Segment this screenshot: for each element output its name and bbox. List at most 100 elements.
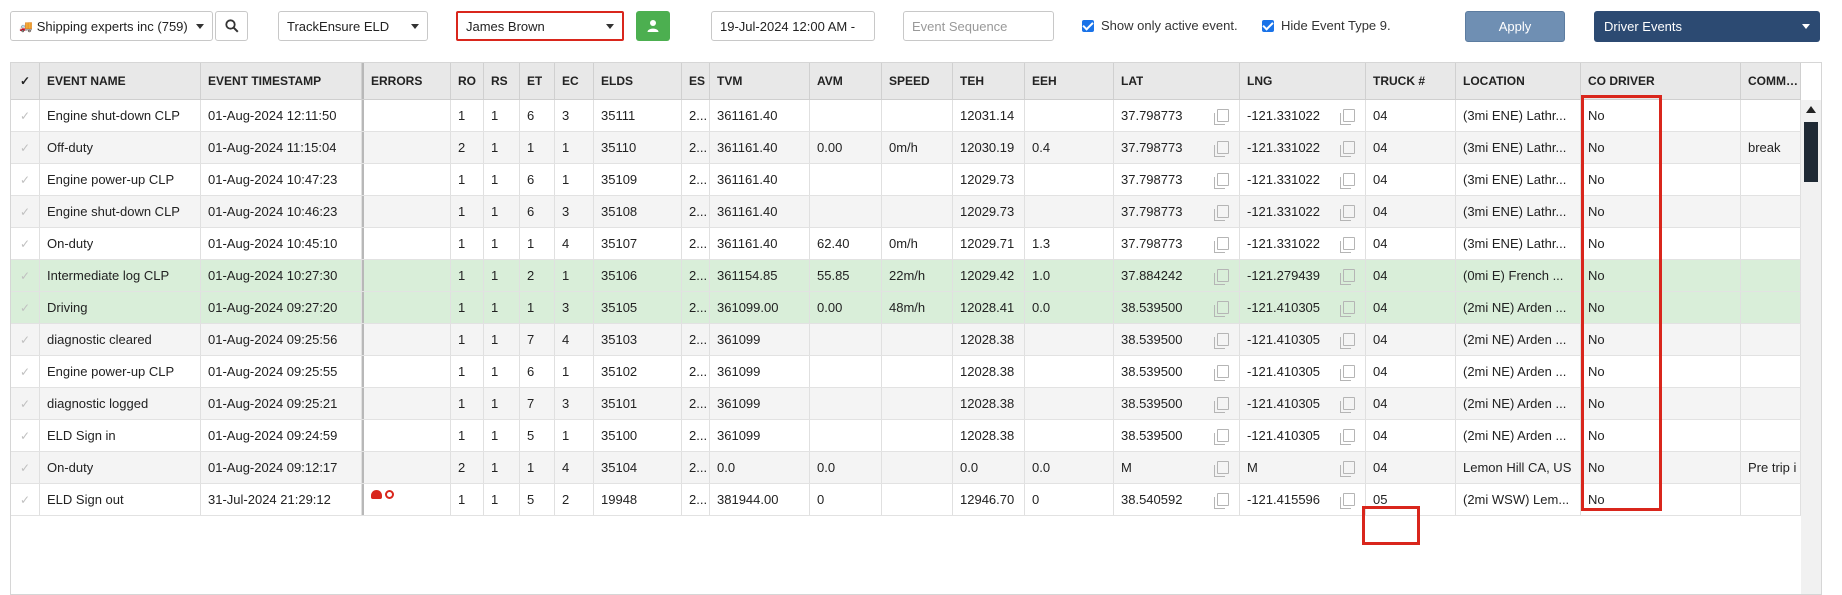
- copy-icon[interactable]: [1214, 269, 1229, 285]
- table-row[interactable]: ✓ Engine shut-down CLP 01-Aug-2024 12:11:5…: [11, 100, 1801, 132]
- copy-icon[interactable]: [1340, 461, 1355, 477]
- select-all-cell[interactable]: ✓: [11, 63, 40, 99]
- checkmark-icon[interactable]: ✓: [20, 205, 30, 219]
- table-row[interactable]: ✓ On-duty 01-Aug-2024 09:12:17 2 1 1 4 35104 2..…: [11, 452, 1801, 484]
- checkmark-icon[interactable]: ✓: [20, 333, 30, 347]
- copy-icon[interactable]: [1340, 493, 1355, 509]
- table-row[interactable]: ✓ Driving 01-Aug-2024 09:27:20 1 1 1 3 35105 2..…: [11, 292, 1801, 324]
- cell-chk[interactable]: ✓: [11, 292, 40, 323]
- checkmark-icon[interactable]: ✓: [20, 493, 30, 507]
- copy-icon[interactable]: [1340, 173, 1355, 189]
- scrollbar-thumb[interactable]: [1804, 122, 1818, 182]
- date-range-picker[interactable]: 19-Jul-2024 12:00 AM -: [711, 11, 875, 41]
- search-button[interactable]: [215, 11, 248, 41]
- column-header-tvm[interactable]: TVM: [710, 63, 810, 99]
- copy-icon[interactable]: [1214, 237, 1229, 253]
- copy-icon[interactable]: [1340, 301, 1355, 317]
- column-header-teh[interactable]: TEH: [953, 63, 1025, 99]
- copy-icon[interactable]: [1340, 333, 1355, 349]
- checkmark-icon[interactable]: ✓: [20, 429, 30, 443]
- copy-icon[interactable]: [1214, 173, 1229, 189]
- event-type-select[interactable]: Driver Events: [1594, 11, 1820, 42]
- checkmark-icon[interactable]: ✓: [20, 109, 30, 123]
- checkbox-checked-icon[interactable]: [1262, 19, 1274, 32]
- cell-chk[interactable]: ✓: [11, 132, 40, 163]
- copy-icon[interactable]: [1214, 333, 1229, 349]
- cell-chk[interactable]: ✓: [11, 228, 40, 259]
- checkmark-icon[interactable]: ✓: [20, 74, 30, 88]
- copy-icon[interactable]: [1340, 397, 1355, 413]
- column-header-es[interactable]: ES: [682, 63, 710, 99]
- cell-chk[interactable]: ✓: [11, 100, 40, 131]
- checkmark-icon[interactable]: ✓: [20, 269, 30, 283]
- cell-chk[interactable]: ✓: [11, 356, 40, 387]
- cell-chk[interactable]: ✓: [11, 164, 40, 195]
- copy-icon[interactable]: [1340, 237, 1355, 253]
- checkmark-icon[interactable]: ✓: [20, 141, 30, 155]
- column-header-truck[interactable]: TRUCK #: [1366, 63, 1456, 99]
- column-header-lng[interactable]: LNG: [1240, 63, 1366, 99]
- checkmark-icon[interactable]: ✓: [20, 237, 30, 251]
- copy-icon[interactable]: [1214, 301, 1229, 317]
- company-select[interactable]: 🚚 Shipping experts inc (759): [10, 11, 213, 41]
- vertical-scrollbar[interactable]: [1801, 100, 1821, 594]
- column-header-name[interactable]: EVENT NAME: [40, 63, 201, 99]
- copy-icon[interactable]: [1340, 141, 1355, 157]
- copy-icon[interactable]: [1214, 365, 1229, 381]
- table-row[interactable]: ✓ Engine shut-down CLP 01-Aug-2024 10:46:2…: [11, 196, 1801, 228]
- column-header-et[interactable]: ET: [520, 63, 555, 99]
- copy-icon[interactable]: [1214, 493, 1229, 509]
- copy-icon[interactable]: [1214, 397, 1229, 413]
- column-header-lat[interactable]: LAT: [1114, 63, 1240, 99]
- column-header-err[interactable]: ERRORS: [362, 63, 451, 99]
- table-row[interactable]: ✓ ELD Sign out 31-Jul-2024 21:29:12 1 1 5 2 199…: [11, 484, 1801, 516]
- column-header-speed[interactable]: SPEED: [882, 63, 953, 99]
- cell-chk[interactable]: ✓: [11, 452, 40, 483]
- cell-chk[interactable]: ✓: [11, 324, 40, 355]
- column-header-ro[interactable]: RO: [451, 63, 484, 99]
- checkmark-icon[interactable]: ✓: [20, 301, 30, 315]
- copy-icon[interactable]: [1214, 109, 1229, 125]
- copy-icon[interactable]: [1340, 109, 1355, 125]
- table-row[interactable]: ✓ Engine power-up CLP 01-Aug-2024 09:25:55…: [11, 356, 1801, 388]
- copy-icon[interactable]: [1214, 461, 1229, 477]
- table-row[interactable]: ✓ diagnostic cleared 01-Aug-2024 09:25:56 1…: [11, 324, 1801, 356]
- cell-chk[interactable]: ✓: [11, 388, 40, 419]
- checkmark-icon[interactable]: ✓: [20, 397, 30, 411]
- table-row[interactable]: ✓ Intermediate log CLP 01-Aug-2024 10:27:3…: [11, 260, 1801, 292]
- checkbox-checked-icon[interactable]: [1082, 19, 1094, 32]
- copy-icon[interactable]: [1340, 429, 1355, 445]
- copy-icon[interactable]: [1340, 205, 1355, 221]
- column-header-loc[interactable]: LOCATION: [1456, 63, 1581, 99]
- show-active-checkbox[interactable]: Show only active event.: [1082, 18, 1238, 33]
- column-header-ec[interactable]: EC: [555, 63, 594, 99]
- table-row[interactable]: ✓ Off-duty 01-Aug-2024 11:15:04 2 1 1 1 35110 2.…: [11, 132, 1801, 164]
- table-row[interactable]: ✓ diagnostic logged 01-Aug-2024 09:25:21 1 1…: [11, 388, 1801, 420]
- column-header-rs[interactable]: RS: [484, 63, 520, 99]
- checkmark-icon[interactable]: ✓: [20, 173, 30, 187]
- scroll-up-icon[interactable]: [1806, 106, 1816, 113]
- checkmark-icon[interactable]: ✓: [20, 365, 30, 379]
- event-sequence-input[interactable]: Event Sequence: [903, 11, 1054, 41]
- driver-select[interactable]: James Brown: [456, 11, 624, 41]
- cell-chk[interactable]: ✓: [11, 196, 40, 227]
- copy-icon[interactable]: [1340, 365, 1355, 381]
- table-row[interactable]: ✓ Engine power-up CLP 01-Aug-2024 10:47:23…: [11, 164, 1801, 196]
- cell-chk[interactable]: ✓: [11, 260, 40, 291]
- column-header-co[interactable]: CO DRIVER: [1581, 63, 1741, 99]
- eld-provider-select[interactable]: TrackEnsure ELD: [278, 11, 428, 41]
- copy-icon[interactable]: [1340, 269, 1355, 285]
- copy-icon[interactable]: [1214, 429, 1229, 445]
- copy-icon[interactable]: [1214, 205, 1229, 221]
- cell-chk[interactable]: ✓: [11, 420, 40, 451]
- apply-button[interactable]: Apply: [1465, 11, 1565, 42]
- column-header-comment[interactable]: COMMENT: [1741, 63, 1801, 99]
- driver-profile-button[interactable]: [636, 11, 670, 41]
- hide-type9-checkbox[interactable]: Hide Event Type 9.: [1262, 18, 1391, 33]
- copy-icon[interactable]: [1214, 141, 1229, 157]
- column-header-elds[interactable]: ELDS: [594, 63, 682, 99]
- checkmark-icon[interactable]: ✓: [20, 461, 30, 475]
- table-row[interactable]: ✓ ELD Sign in 01-Aug-2024 09:24:59 1 1 5 1 3510…: [11, 420, 1801, 452]
- cell-chk[interactable]: ✓: [11, 484, 40, 515]
- column-header-avm[interactable]: AVM: [810, 63, 882, 99]
